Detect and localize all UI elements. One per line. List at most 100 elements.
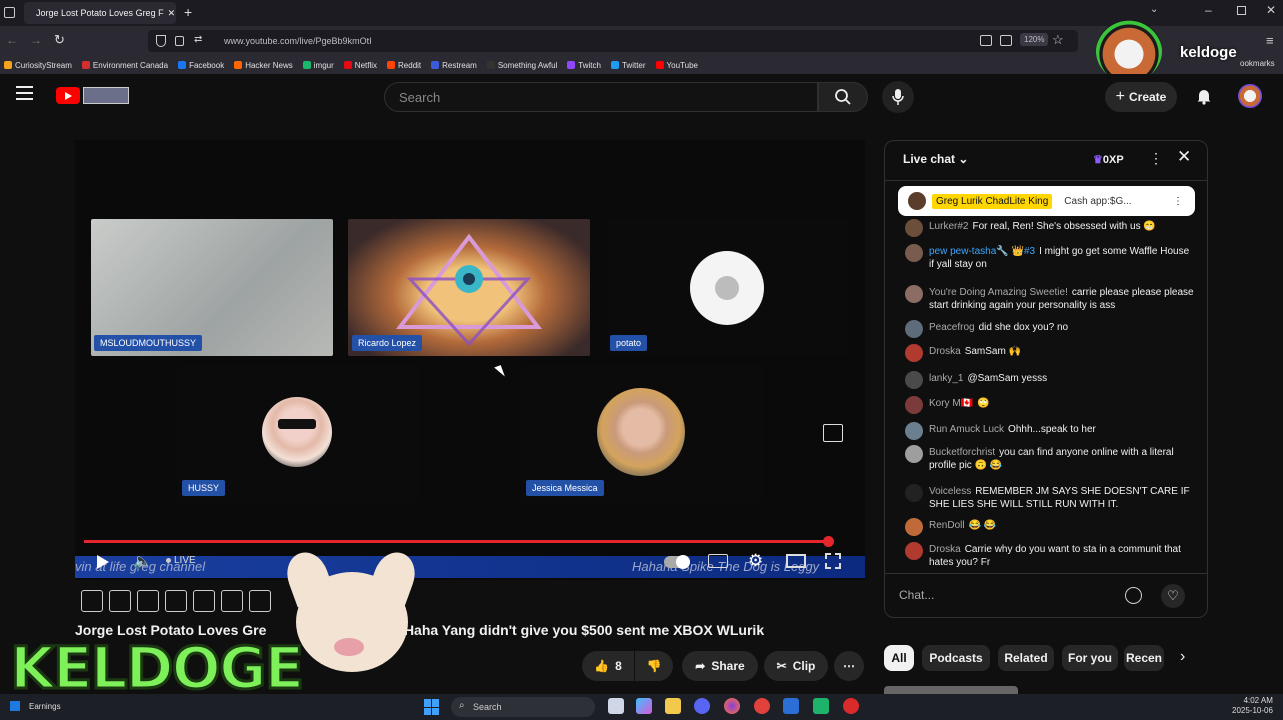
- calendar-icon[interactable]: [165, 590, 187, 612]
- chips-next-icon[interactable]: ›: [1180, 648, 1185, 666]
- pinned-message[interactable]: Greg Lurik ChadLite King Cash app:$G... …: [898, 186, 1195, 216]
- address-bar[interactable]: ⇄ www.youtube.com/live/PgeBb9kmOtI 120% …: [148, 30, 1078, 52]
- bookmark-item[interactable]: Netflix: [343, 61, 377, 70]
- bookmark-star-icon[interactable]: ☆: [1052, 32, 1064, 48]
- chat-author-name[interactable]: lanky_1: [929, 373, 963, 384]
- play-button[interactable]: [97, 555, 109, 569]
- chat-message[interactable]: Peacefrog did she dox you? no: [905, 320, 1195, 338]
- progress-scrubber[interactable]: [823, 536, 834, 547]
- chat-author-name[interactable]: Run Amuck Luck: [929, 424, 1004, 435]
- bookmark-item[interactable]: Something Awful: [486, 61, 557, 70]
- chat-message[interactable]: Droska Carrie why do you want to sta in a…: [905, 542, 1195, 569]
- discord-icon[interactable]: [694, 698, 710, 714]
- dislike-button[interactable]: 👎: [635, 651, 673, 681]
- chat-author-name[interactable]: Droska: [929, 544, 961, 555]
- zoom-level[interactable]: 120%: [1020, 33, 1049, 46]
- expand-view-icon[interactable]: [823, 424, 843, 442]
- earnings-icon[interactable]: [10, 701, 20, 711]
- account-avatar[interactable]: [1238, 84, 1262, 108]
- share-button[interactable]: ➦ Share: [682, 651, 758, 681]
- chip-for-you[interactable]: For you: [1062, 645, 1118, 671]
- start-button-icon[interactable]: [424, 699, 440, 715]
- chat-mode-dropdown[interactable]: Live chat ⌄: [903, 152, 968, 166]
- media-player-icon[interactable]: [843, 698, 859, 714]
- reload-icon[interactable]: ↻: [54, 32, 65, 48]
- notifications-bell-icon[interactable]: [1196, 87, 1212, 110]
- create-button[interactable]: + Create: [1105, 82, 1177, 112]
- close-window-button[interactable]: ✕: [1266, 3, 1276, 17]
- chat-message[interactable]: Voiceless REMEMBER JM SAYS SHE DOESN'T CA…: [905, 484, 1195, 511]
- picture-in-picture-icon[interactable]: [980, 35, 992, 46]
- subtitles-icon[interactable]: [708, 554, 728, 568]
- word-icon[interactable]: [783, 698, 799, 714]
- bookmark-item[interactable]: Environment Canada: [81, 61, 168, 70]
- copilot-icon[interactable]: [636, 698, 652, 714]
- maximize-button[interactable]: [1237, 6, 1246, 15]
- live-badge[interactable]: LIVE: [166, 555, 196, 566]
- emoji-icon[interactable]: [1125, 587, 1142, 604]
- chat-input[interactable]: Chat...: [899, 582, 1149, 608]
- bookmark-item[interactable]: Twitter: [610, 61, 646, 70]
- related-video-thumbnail[interactable]: [884, 686, 1018, 694]
- chat-message[interactable]: Droska SamSam 🙌: [905, 344, 1195, 362]
- video-player[interactable]: [75, 140, 865, 580]
- new-tab-button[interactable]: +: [184, 4, 192, 20]
- chat-author-name[interactable]: RenDoll: [929, 520, 965, 531]
- bookmark-item[interactable]: Twitch: [567, 61, 601, 70]
- broadcast-icon[interactable]: [109, 590, 131, 612]
- bookmark-item[interactable]: YouTube: [655, 61, 698, 70]
- chip-podcasts[interactable]: Podcasts: [922, 645, 990, 671]
- chat-message[interactable]: lanky_1 @SamSam yesss: [905, 371, 1195, 389]
- volume-icon[interactable]: 🔈: [133, 552, 152, 570]
- bookmark-item[interactable]: Restream: [431, 61, 477, 70]
- chat-author-name[interactable]: Peacefrog: [929, 322, 975, 333]
- forward-icon[interactable]: →: [30, 33, 42, 47]
- app-green-icon[interactable]: [813, 698, 829, 714]
- chat-author-name[interactable]: You're Doing Amazing Sweetie!: [929, 287, 1068, 298]
- chip-related[interactable]: Related: [998, 645, 1054, 671]
- chat-message[interactable]: pew pew-tasha🔧 👑#3 I might go get some Wa…: [905, 244, 1195, 271]
- bookmark-item[interactable]: CuriosityStream: [4, 61, 72, 70]
- earnings-label[interactable]: Earnings: [29, 702, 61, 711]
- firefox-icon[interactable]: [724, 698, 740, 714]
- settings-gear-icon[interactable]: ⚙: [748, 551, 763, 571]
- app-red-icon[interactable]: [754, 698, 770, 714]
- loop-icon[interactable]: [81, 590, 103, 612]
- clock[interactable]: 4:02 AM 2025-10-06: [1232, 696, 1273, 716]
- minimize-button[interactable]: –: [1205, 3, 1212, 17]
- fullscreen-icon[interactable]: [825, 553, 841, 569]
- browser-tab[interactable]: Jorge Lost Potato Loves Greg F ✕: [24, 2, 176, 24]
- chat-author-name[interactable]: pew pew-tasha🔧 👑#3: [929, 246, 1035, 257]
- search-button[interactable]: [818, 82, 868, 112]
- hamburger-menu-icon[interactable]: [16, 86, 33, 100]
- chat-message[interactable]: Lurker#2 For real, Ren! She's obsessed wi…: [905, 219, 1195, 237]
- close-chat-button[interactable]: ✕: [1177, 147, 1191, 167]
- chat-author-name[interactable]: Droska: [929, 346, 961, 357]
- bookmark-item[interactable]: Reddit: [387, 61, 421, 70]
- chat-author-name[interactable]: Bucketforchrist: [929, 447, 995, 458]
- chat-options-icon[interactable]: ⋮: [1149, 150, 1163, 167]
- youtube-logo-icon[interactable]: [56, 87, 80, 104]
- bookmark-item[interactable]: imgur: [302, 61, 334, 70]
- gallery-icon[interactable]: [137, 590, 159, 612]
- chip-all[interactable]: All: [884, 645, 914, 671]
- search-input[interactable]: Search: [384, 82, 818, 112]
- xp-badge[interactable]: ♛0XP: [1093, 153, 1124, 166]
- chat-message[interactable]: Bucketforchrist you can find anyone onlin…: [905, 445, 1195, 472]
- pinned-menu-icon[interactable]: ⋮: [1173, 196, 1183, 207]
- chat-author-name[interactable]: Voiceless: [929, 486, 971, 497]
- tab-overflow-icon[interactable]: ⌄: [1150, 4, 1158, 15]
- speed-icon[interactable]: [249, 590, 271, 612]
- task-view-icon[interactable]: [608, 698, 624, 714]
- theater-mode-icon[interactable]: [786, 554, 806, 568]
- crop-icon[interactable]: [221, 590, 243, 612]
- chat-author-name[interactable]: Lurker#2: [929, 221, 968, 232]
- more-actions-button[interactable]: ⋯: [834, 651, 864, 681]
- heart-icon[interactable]: ♡: [1161, 584, 1185, 608]
- chat-message[interactable]: RenDoll 😂 😂: [905, 518, 1195, 536]
- autoplay-toggle[interactable]: [664, 555, 690, 569]
- chat-message[interactable]: You're Doing Amazing Sweetie! carrie plea…: [905, 285, 1195, 312]
- bookmarks-overflow[interactable]: ookmarks: [1240, 59, 1275, 68]
- permissions-icon[interactable]: ⇄: [194, 34, 202, 45]
- chat-message[interactable]: Run Amuck Luck Ohhh...speak to her: [905, 422, 1195, 440]
